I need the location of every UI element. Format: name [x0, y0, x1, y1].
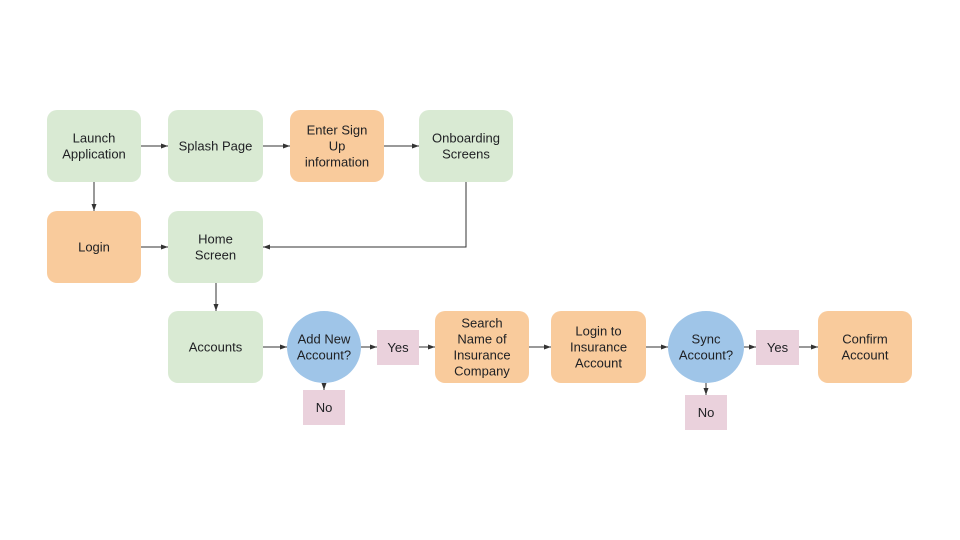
node-splash: Splash Page: [168, 110, 263, 182]
node-search: SearchName ofInsuranceCompany: [435, 311, 529, 383]
node-launch: LaunchApplication: [47, 110, 141, 182]
node-signup: Enter SignUpinformation: [290, 110, 384, 182]
flowchart: LaunchApplication Splash Page Enter SignUp…: [47, 110, 912, 430]
node-confirm: ConfirmAccount: [818, 311, 912, 383]
node-sync-label: Account?: [679, 348, 733, 363]
node-launch-label: Application: [62, 147, 126, 162]
node-splash-label: Splash Page: [179, 139, 253, 154]
node-home: HomeScreen: [168, 211, 263, 283]
node-signup-label: Up: [329, 139, 346, 154]
node-no1-label: No: [316, 400, 333, 415]
node-yes2: Yes: [756, 330, 799, 365]
node-onboarding-label: Onboarding: [432, 131, 500, 146]
node-addnew-label: Add New: [298, 332, 351, 347]
node-logininsurance-label: Insurance: [570, 340, 627, 355]
node-confirm-label: Account: [842, 348, 889, 363]
node-signup-label: Enter Sign: [307, 123, 368, 138]
node-logininsurance-label: Account: [575, 356, 622, 371]
node-no2: No: [685, 395, 727, 430]
node-yes1: Yes: [377, 330, 419, 365]
node-accounts-label: Accounts: [189, 340, 243, 355]
node-addnew-label: Account?: [297, 348, 351, 363]
node-onboarding-label: Screens: [442, 147, 490, 162]
node-confirm-label: Confirm: [842, 332, 888, 347]
node-addnew: Add NewAccount?: [287, 311, 361, 383]
node-logininsurance: Login toInsuranceAccount: [551, 311, 646, 383]
node-yes2-label: Yes: [767, 340, 789, 355]
node-sync-label: Sync: [692, 332, 721, 347]
node-login-label: Login: [78, 240, 110, 255]
node-yes1-label: Yes: [387, 340, 409, 355]
nodes: LaunchApplication Splash Page Enter SignUp…: [47, 110, 912, 430]
node-search-label: Name of: [457, 332, 507, 347]
node-logininsurance-label: Login to: [575, 324, 621, 339]
node-no1: No: [303, 390, 345, 425]
node-onboarding: OnboardingScreens: [419, 110, 513, 182]
node-accounts: Accounts: [168, 311, 263, 383]
edge-onboarding-home: [263, 182, 467, 250]
node-search-label: Search: [461, 316, 502, 331]
node-home-label: Home: [198, 232, 233, 247]
node-home-label: Screen: [195, 248, 236, 263]
node-sync: SyncAccount?: [668, 311, 744, 383]
node-search-label: Company: [454, 364, 510, 379]
node-signup-label: information: [305, 155, 369, 170]
node-launch-label: Launch: [73, 131, 116, 146]
node-no2-label: No: [698, 405, 715, 420]
node-login: Login: [47, 211, 141, 283]
node-search-label: Insurance: [453, 348, 510, 363]
